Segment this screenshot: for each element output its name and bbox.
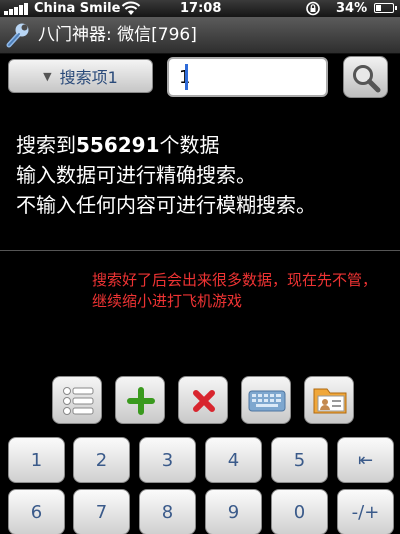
key-9[interactable]: 9: [205, 489, 262, 534]
search-type-button[interactable]: ▼ 搜索项1: [8, 59, 153, 93]
wrench-icon: [6, 23, 29, 48]
key-7[interactable]: 7: [73, 489, 130, 534]
key-4[interactable]: 4: [205, 437, 262, 483]
sign-toggle-key[interactable]: -/+: [337, 489, 394, 534]
delete-button[interactable]: [178, 376, 228, 424]
search-input[interactable]: [167, 57, 328, 97]
key-1[interactable]: 1: [8, 437, 65, 483]
contact-card-icon: [313, 388, 347, 414]
key-5[interactable]: 5: [271, 437, 328, 483]
search-button[interactable]: [343, 56, 388, 98]
page-title: 八门神器: 微信[796]: [38, 25, 197, 45]
keyboard-icon: [248, 390, 286, 412]
annotation-text: 搜索好了后会出来很多数据，现在先不管，继续缩小进打飞机游戏: [92, 271, 378, 310]
text-caret: [185, 64, 188, 90]
result-suffix: 个数据: [159, 133, 220, 157]
exact-search-hint: 输入数据可进行精确搜索。: [16, 163, 256, 187]
clock: 17:08: [180, 1, 222, 16]
fuzzy-search-hint: 不输入任何内容可进行模糊搜索。: [16, 193, 316, 217]
title-bar: 八门神器: 微信[796]: [0, 17, 400, 54]
result-count: 556291: [76, 133, 160, 157]
close-icon: [193, 390, 215, 412]
divider: [0, 250, 400, 251]
carrier-name: China Smile: [34, 1, 121, 16]
rotation-lock-icon: [306, 1, 320, 16]
backspace-key[interactable]: ⇤: [337, 437, 394, 483]
result-prefix: 搜索到: [16, 133, 76, 157]
key-2[interactable]: 2: [73, 437, 130, 483]
search-type-label: 搜索项1: [59, 68, 118, 87]
key-8[interactable]: 8: [139, 489, 196, 534]
key-6[interactable]: 6: [8, 489, 65, 534]
contacts-button[interactable]: [304, 376, 354, 424]
screen: China Smile 17:08 34% 八门神器: 微信[796] ▼ 搜索…: [0, 0, 400, 534]
chevron-down-icon: ▼: [43, 69, 52, 83]
wifi-icon: [121, 1, 141, 15]
signal-icon: [4, 3, 30, 15]
add-button[interactable]: [115, 376, 165, 424]
search-icon: [353, 65, 381, 93]
plus-icon: [127, 387, 155, 415]
battery-icon: [374, 3, 397, 13]
keyboard-button[interactable]: [241, 376, 291, 424]
list-icon: [63, 387, 94, 415]
list-button[interactable]: [52, 376, 102, 424]
keypad: 1 2 3 4 5 ⇤ 6 7 8 9 0 -/+: [0, 432, 400, 534]
key-3[interactable]: 3: [139, 437, 196, 483]
status-bar: China Smile 17:08 34%: [0, 0, 400, 17]
search-result-info: 搜索到556291个数据 输入数据可进行精确搜索。 不输入任何内容可进行模糊搜索…: [16, 130, 316, 220]
key-0[interactable]: 0: [271, 489, 328, 534]
battery-percent: 34%: [336, 1, 368, 16]
